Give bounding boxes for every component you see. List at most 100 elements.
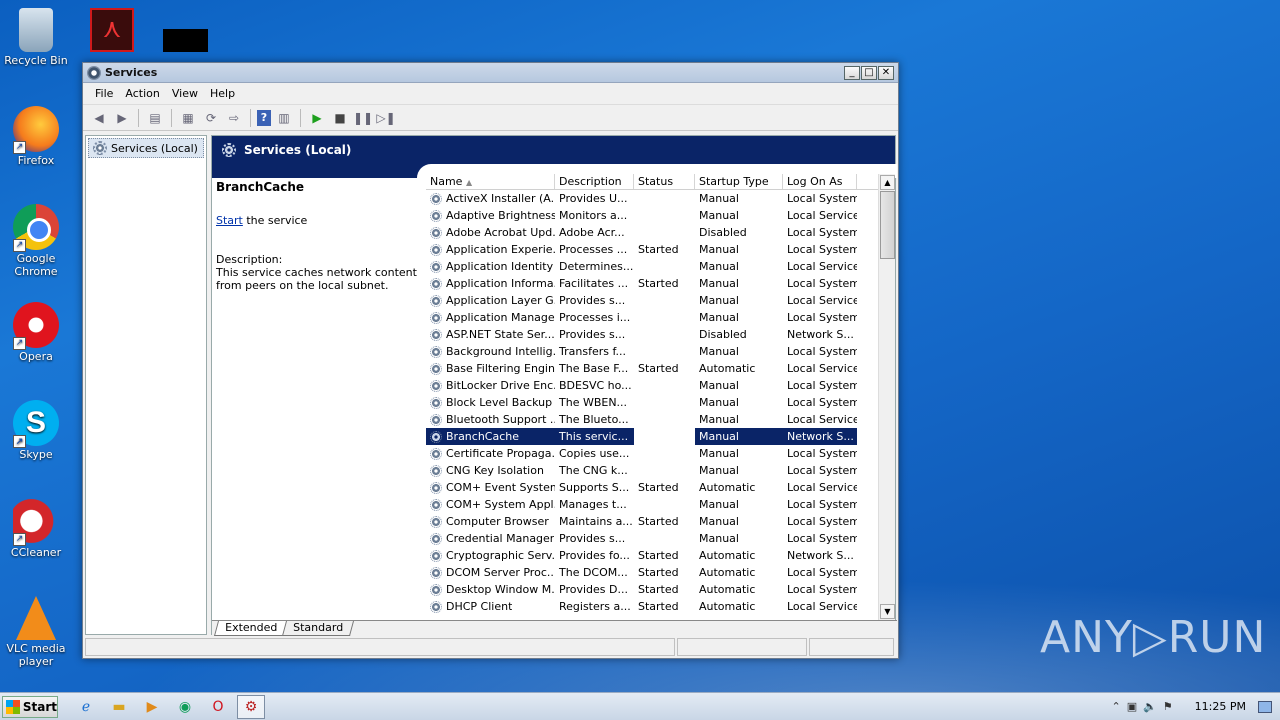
action-center-flag-icon[interactable]: ⚑ <box>1163 700 1173 713</box>
properties-icon[interactable]: ▦ <box>178 108 198 128</box>
table-row[interactable]: BitLocker Drive Enc... BDESVC ho... Manual… <box>426 377 895 394</box>
vlc-icon <box>16 596 56 640</box>
table-row[interactable]: ActiveX Installer (A... Provides U... Manu… <box>426 190 895 207</box>
scroll-up-icon[interactable]: ▲ <box>880 175 895 190</box>
table-row[interactable]: Bluetooth Support ... The Blueto... Manual… <box>426 411 895 428</box>
column-header-status[interactable]: Status <box>634 174 695 189</box>
tab-standard[interactable]: Standard <box>282 621 355 636</box>
show-hide-tree-icon[interactable]: ▤ <box>145 108 165 128</box>
cell-startup-type: Manual <box>699 243 739 256</box>
table-row[interactable]: Application Informa... Facilitates ... Sta… <box>426 275 895 292</box>
tree-item-services-local[interactable]: Services (Local) <box>88 138 204 158</box>
table-row[interactable]: Cryptographic Serv... Provides fo... Start… <box>426 547 895 564</box>
desktop-icon-opera[interactable]: ↗ Opera <box>0 302 72 363</box>
stop-service-icon[interactable]: ■ <box>330 108 350 128</box>
scroll-thumb[interactable] <box>880 191 895 259</box>
show-desktop-button[interactable] <box>1258 700 1272 713</box>
table-row[interactable]: ASP.NET State Ser... Provides s... Disable… <box>426 326 895 343</box>
clock[interactable]: 11:25 PM <box>1195 700 1246 713</box>
menu-action[interactable]: Action <box>119 87 165 100</box>
list-header: Name ▲ Description Status Startup Type L… <box>426 174 895 190</box>
table-row[interactable]: DHCP Client Registers a... Started Automati… <box>426 598 895 615</box>
tab-extended[interactable]: Extended <box>213 621 289 636</box>
service-gear-icon <box>430 447 442 460</box>
table-row[interactable]: Application Layer G... Provides s... Manua… <box>426 292 895 309</box>
table-row[interactable]: Credential Manager Provides s... Manual Loc… <box>426 530 895 547</box>
volume-icon[interactable]: 🔈 <box>1143 700 1157 713</box>
export-list-icon[interactable]: ⇨ <box>224 108 244 128</box>
services-taskbar-icon[interactable]: ⚙ <box>237 694 265 719</box>
forward-icon[interactable]: ▶ <box>112 108 132 128</box>
show-hidden-icons-icon[interactable]: ⌃ <box>1111 700 1120 713</box>
selected-service-title: BranchCache <box>216 180 305 194</box>
table-row[interactable]: Block Level Backup ... The WBEN... Manual L… <box>426 394 895 411</box>
table-row[interactable]: Application Experie... Processes ... Start… <box>426 241 895 258</box>
table-row[interactable]: Background Intellig... Transfers f... Manu… <box>426 343 895 360</box>
restart-service-icon[interactable]: ▷❚ <box>376 108 396 128</box>
window-titlebar[interactable]: Services _ □ ✕ <box>83 63 898 83</box>
cell-name: Bluetooth Support ... <box>426 411 555 428</box>
cell-name: Application Informa... <box>426 275 555 292</box>
media-player-taskbar-icon[interactable]: ▶ <box>138 695 166 719</box>
pause-service-icon[interactable]: ❚❚ <box>353 108 373 128</box>
vertical-scrollbar[interactable]: ▲ ▼ <box>878 174 895 620</box>
table-row[interactable]: Computer Browser Maintains a... Started Man… <box>426 513 895 530</box>
table-row[interactable]: CNG Key Isolation The CNG k... Manual Local… <box>426 462 895 479</box>
table-row[interactable]: Application Manage... Processes i... Manua… <box>426 309 895 326</box>
opera-taskbar-icon[interactable]: O <box>204 695 232 719</box>
table-row[interactable]: Adobe Acrobat Upd... Adobe Acr... Disabled… <box>426 224 895 241</box>
table-row[interactable]: Desktop Window M... Provides D... Started A… <box>426 581 895 598</box>
cell-name: Application Layer G... <box>426 292 555 309</box>
table-row[interactable]: Application Identity Determines... Manual L… <box>426 258 895 275</box>
desktop-icon-recycle-bin[interactable]: Recycle Bin <box>0 8 72 67</box>
table-row[interactable]: Adaptive Brightness Monitors a... Manual Lo… <box>426 207 895 224</box>
scroll-down-icon[interactable]: ▼ <box>880 604 895 619</box>
cell-description: The CNG k... <box>559 464 628 477</box>
desktop-icon-chrome[interactable]: ↗ Google Chrome <box>0 204 72 278</box>
start-button[interactable]: Start <box>2 695 58 718</box>
cell-status: Started <box>638 566 679 579</box>
table-row[interactable]: COM+ Event System Supports S... Started Aut… <box>426 479 895 496</box>
menu-file[interactable]: File <box>89 87 119 100</box>
desktop-icon-vlc[interactable]: VLC media player <box>0 596 72 668</box>
desktop-icon-ccleaner[interactable]: ↗ CCleaner <box>0 498 72 559</box>
column-header-startup-type[interactable]: Startup Type <box>695 174 783 189</box>
service-gear-icon <box>430 464 442 477</box>
service-gear-icon <box>430 277 442 290</box>
maximize-button[interactable]: □ <box>861 65 877 80</box>
acrobat-reader-icon[interactable]: ⋏ <box>90 8 134 52</box>
console-view-icon[interactable]: ▥ <box>274 108 294 128</box>
cell-name: DCOM Server Proc... <box>426 564 555 581</box>
start-service-icon[interactable]: ▶ <box>307 108 327 128</box>
table-row[interactable]: Certificate Propaga... Copies use... Manua… <box>426 445 895 462</box>
start-service-link[interactable]: Start <box>216 214 243 227</box>
desktop-icon-skype[interactable]: S ↗ Skype <box>0 400 72 461</box>
desktop-icon-firefox[interactable]: ↗ Firefox <box>0 106 72 167</box>
menu-view[interactable]: View <box>166 87 204 100</box>
service-gear-icon <box>430 515 442 528</box>
table-row[interactable]: COM+ System Appl... Manages t... Manual Loc… <box>426 496 895 513</box>
chrome-taskbar-icon[interactable]: ◉ <box>171 695 199 719</box>
back-icon[interactable]: ◀ <box>89 108 109 128</box>
cell-startup-type: Manual <box>699 532 739 545</box>
internet-explorer-taskbar-icon[interactable]: ℯ <box>72 695 100 719</box>
column-header-description[interactable]: Description <box>555 174 634 189</box>
column-header-name[interactable]: Name ▲ <box>426 174 555 189</box>
chrome-icon: ↗ <box>13 204 59 252</box>
menu-help[interactable]: Help <box>204 87 241 100</box>
help-icon[interactable]: ? <box>257 109 271 126</box>
table-row[interactable]: Base Filtering Engine The Base F... Starte… <box>426 360 895 377</box>
column-header-log-on-as[interactable]: Log On As <box>783 174 857 189</box>
refresh-icon[interactable]: ⟳ <box>201 108 221 128</box>
network-icon[interactable]: ▣ <box>1127 700 1137 713</box>
table-row[interactable]: DCOM Server Proc... The DCOM... Started Aut… <box>426 564 895 581</box>
desktop-icon-label: CCleaner <box>10 546 62 559</box>
minimize-button[interactable]: _ <box>844 65 860 80</box>
cell-name: ActiveX Installer (A... <box>426 190 555 207</box>
cell-startup-type: Manual <box>699 515 739 528</box>
table-row[interactable]: BranchCache This servic... Manual Network S… <box>426 428 895 445</box>
desktop-black-tile[interactable] <box>163 29 208 52</box>
file-explorer-taskbar-icon[interactable]: ▬ <box>105 695 133 719</box>
close-button[interactable]: ✕ <box>878 65 894 80</box>
cell-name: Credential Manager <box>426 530 555 547</box>
